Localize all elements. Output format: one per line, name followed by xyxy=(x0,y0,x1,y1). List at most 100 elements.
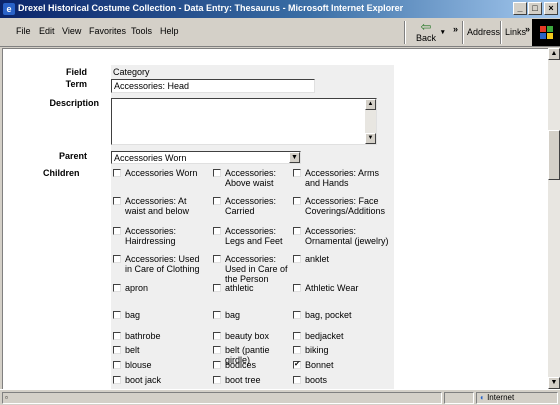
toolbar-chevron[interactable]: » xyxy=(453,24,458,34)
checkbox-label: bedjacket xyxy=(305,331,344,341)
checkbox[interactable] xyxy=(293,376,301,384)
checkbox[interactable] xyxy=(293,332,301,340)
checkbox[interactable] xyxy=(113,311,121,319)
links-label[interactable]: Links xyxy=(505,27,526,37)
toolbar-separator xyxy=(404,21,406,44)
checkbox[interactable] xyxy=(213,227,221,235)
menu-view[interactable]: View xyxy=(62,26,81,36)
checkbox[interactable] xyxy=(293,311,301,319)
checkbox-label: Accessories: Above waist xyxy=(225,168,277,188)
checkbox[interactable] xyxy=(113,361,121,369)
status-bar: ▫ ◐ Internet xyxy=(0,389,560,405)
description-label: Description xyxy=(49,98,99,108)
close-button[interactable]: × xyxy=(544,2,558,15)
checkbox-label: bag xyxy=(225,310,241,320)
description-textarea[interactable]: ▲ ▼ xyxy=(111,98,377,145)
menu-help[interactable]: Help xyxy=(160,26,179,36)
parent-select[interactable]: Accessories Worn ▼ xyxy=(111,151,301,164)
menu-tools[interactable]: Tools xyxy=(131,26,152,36)
checkbox-label: bodices xyxy=(225,360,257,370)
checkbox-label: boot tree xyxy=(225,375,261,385)
checkbox[interactable] xyxy=(113,227,121,235)
checkbox[interactable]: ✔ xyxy=(293,361,301,369)
checkbox[interactable] xyxy=(213,311,221,319)
globe-icon: ◐ xyxy=(480,393,485,402)
checkbox[interactable] xyxy=(293,227,301,235)
checkbox-label: Accessories: Face Coverings/Additions xyxy=(305,196,386,216)
checkbox[interactable] xyxy=(213,376,221,384)
minimize-button[interactable]: _ xyxy=(513,2,527,15)
page-content: Field Category Term Accessories: Head De… xyxy=(2,48,548,389)
checkbox-label: bathrobe xyxy=(125,331,161,341)
checkbox-label: Accessories: Used in Care of Clothing xyxy=(125,254,200,274)
checkbox[interactable] xyxy=(113,376,121,384)
checkbox-label: belt xyxy=(125,345,140,355)
links-chevron[interactable]: » xyxy=(525,24,530,34)
checkbox-label: Accessories: Legs and Feet xyxy=(225,226,283,246)
checkbox[interactable] xyxy=(213,197,221,205)
checkbox[interactable] xyxy=(293,255,301,263)
checkbox[interactable] xyxy=(113,346,121,354)
scroll-up-icon[interactable]: ▲ xyxy=(365,99,376,110)
checkbox-label: Athletic Wear xyxy=(305,283,359,293)
checkbox-label: Bonnet xyxy=(305,360,334,370)
checkbox[interactable] xyxy=(113,197,121,205)
checkbox[interactable] xyxy=(113,332,121,340)
scroll-up-icon[interactable]: ▲ xyxy=(548,48,560,60)
maximize-button[interactable]: □ xyxy=(528,2,542,15)
chevron-down-icon[interactable]: ▼ xyxy=(289,152,300,163)
page-scrollbar[interactable]: ▲ ▼ xyxy=(548,48,560,389)
title-bar[interactable]: e Drexel Historical Costume Collection -… xyxy=(0,0,560,18)
term-input[interactable]: Accessories: Head xyxy=(111,79,315,93)
scroll-thumb[interactable] xyxy=(548,130,560,180)
checkbox[interactable] xyxy=(213,255,221,263)
menu-file[interactable]: File xyxy=(16,26,31,36)
checkbox-label: Accessories: Ornamental (jewelry) xyxy=(305,226,389,246)
checkbox[interactable] xyxy=(113,169,121,177)
zone-label: Internet xyxy=(487,393,515,402)
parent-select-value: Accessories Worn xyxy=(114,153,187,163)
windows-logo-icon xyxy=(532,19,560,46)
back-arrow-icon: ⇦ xyxy=(420,19,432,34)
checkbox-label: boot jack xyxy=(125,375,162,385)
checkbox[interactable] xyxy=(213,361,221,369)
checkbox-label: Accessories: Carried xyxy=(225,196,277,216)
checkbox-label: bag, pocket xyxy=(305,310,352,320)
checkbox[interactable] xyxy=(293,169,301,177)
description-scrollbar[interactable]: ▲ ▼ xyxy=(365,99,376,144)
ie-icon: e xyxy=(3,3,15,15)
status-message: ▫ xyxy=(2,392,442,404)
back-button[interactable]: ⇦ Back xyxy=(412,20,440,46)
address-label[interactable]: Address xyxy=(467,27,500,37)
back-label: Back xyxy=(415,33,436,43)
parent-label: Parent xyxy=(58,151,87,161)
checkbox[interactable] xyxy=(113,255,121,263)
checkbox-label: Accessories: Arms and Hands xyxy=(305,168,380,188)
checkbox[interactable] xyxy=(293,284,301,292)
checkbox[interactable] xyxy=(113,284,121,292)
checkbox-label: Accessories: Hairdressing xyxy=(125,226,177,246)
menu-bar: File Edit View Favorites Tools Help ⇦ Ba… xyxy=(0,18,560,47)
checkbox-label: biking xyxy=(305,345,329,355)
scroll-down-icon[interactable]: ▼ xyxy=(365,133,376,144)
checkbox[interactable] xyxy=(293,346,301,354)
menu-edit[interactable]: Edit xyxy=(39,26,55,36)
checkbox-label: Accessories: At waist and below xyxy=(125,196,190,216)
toolbar-separator xyxy=(500,21,502,44)
checkbox[interactable] xyxy=(213,169,221,177)
checkbox-label: Accessories Worn xyxy=(125,168,198,178)
checkbox-label: athletic xyxy=(225,283,254,293)
checkbox-label: beauty box xyxy=(225,331,270,341)
page-icon: ▫ xyxy=(5,393,8,402)
menu-favorites[interactable]: Favorites xyxy=(89,26,126,36)
back-dropdown-icon[interactable]: ▾ xyxy=(441,28,445,36)
status-zone: ◐ Internet xyxy=(476,392,558,404)
checkbox[interactable] xyxy=(293,197,301,205)
checkbox-label: anklet xyxy=(305,254,330,264)
window-title: Drexel Historical Costume Collection - D… xyxy=(18,3,404,13)
checkbox[interactable] xyxy=(213,332,221,340)
checkbox[interactable] xyxy=(213,346,221,354)
checkbox-label: blouse xyxy=(125,360,152,370)
checkbox[interactable] xyxy=(213,284,221,292)
scroll-down-icon[interactable]: ▼ xyxy=(548,377,560,389)
